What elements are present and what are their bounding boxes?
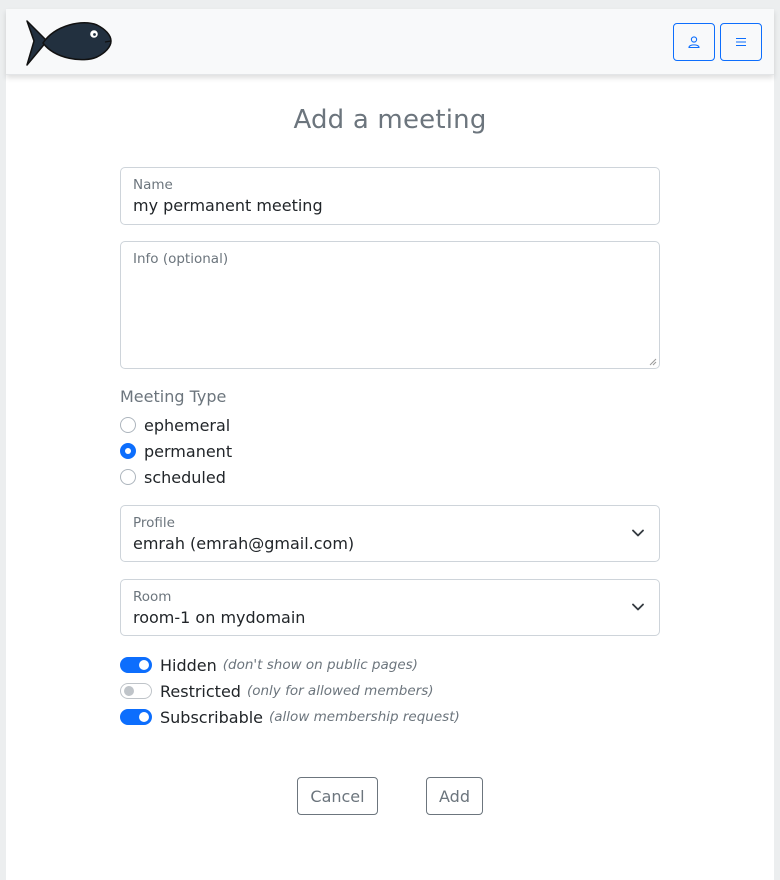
add-button[interactable]: Add <box>426 777 483 815</box>
user-button[interactable] <box>673 23 715 61</box>
user-icon <box>688 36 700 48</box>
restricted-hint: (only for allowed members) <box>246 683 434 699</box>
chevron-down-icon <box>632 529 644 537</box>
page-title: Add a meeting <box>293 105 487 135</box>
info-textarea[interactable]: Info (optional) <box>120 241 660 369</box>
navbar <box>6 9 774 75</box>
menu-button[interactable] <box>720 23 762 61</box>
switch-restricted[interactable]: Restricted (only for allowed members) <box>120 680 434 702</box>
name-input[interactable]: my permanent meeting <box>133 196 323 215</box>
meeting-type-label: Meeting Type <box>120 387 227 406</box>
restricted-label: Restricted <box>160 681 241 701</box>
radio-ephemeral-input[interactable] <box>120 417 136 433</box>
radio-permanent-input[interactable] <box>120 443 136 459</box>
room-select[interactable]: Room room-1 on mydomain <box>120 579 660 636</box>
chevron-down-icon <box>632 603 644 611</box>
radio-scheduled[interactable]: scheduled <box>120 466 226 488</box>
info-label: Info (optional) <box>133 251 229 267</box>
hidden-hint: (don't show on public pages) <box>222 657 418 673</box>
subscribable-hint: (allow membership request) <box>269 709 460 725</box>
profile-value: emrah (emrah@gmail.com) <box>133 534 355 553</box>
radio-scheduled-input[interactable] <box>120 469 136 485</box>
radio-permanent[interactable]: permanent <box>120 440 232 462</box>
profile-select[interactable]: Profile emrah (emrah@gmail.com) <box>120 505 660 562</box>
name-field[interactable]: Name my permanent meeting <box>120 167 660 225</box>
radio-permanent-label: permanent <box>144 441 233 461</box>
hidden-label: Hidden <box>160 655 217 675</box>
resize-handle-icon[interactable] <box>649 358 657 366</box>
hamburger-menu-icon <box>736 37 746 47</box>
page: Add a meeting Name my permanent meeting … <box>6 9 774 880</box>
hidden-toggle[interactable] <box>120 657 152 673</box>
switch-hidden[interactable]: Hidden (don't show on public pages) <box>120 654 418 676</box>
subscribable-label: Subscribable <box>160 707 264 727</box>
profile-label: Profile <box>133 515 175 531</box>
radio-scheduled-label: scheduled <box>144 467 226 487</box>
cancel-button[interactable]: Cancel <box>297 777 378 815</box>
room-value: room-1 on mydomain <box>133 608 306 627</box>
radio-ephemeral-label: ephemeral <box>144 415 231 435</box>
radio-ephemeral[interactable]: ephemeral <box>120 414 230 436</box>
fish-logo-icon[interactable] <box>25 19 113 67</box>
room-label: Room <box>133 589 172 605</box>
subscribable-toggle[interactable] <box>120 709 152 725</box>
switch-subscribable[interactable]: Subscribable (allow membership request) <box>120 706 460 728</box>
name-label: Name <box>133 177 173 193</box>
restricted-toggle[interactable] <box>120 683 152 699</box>
